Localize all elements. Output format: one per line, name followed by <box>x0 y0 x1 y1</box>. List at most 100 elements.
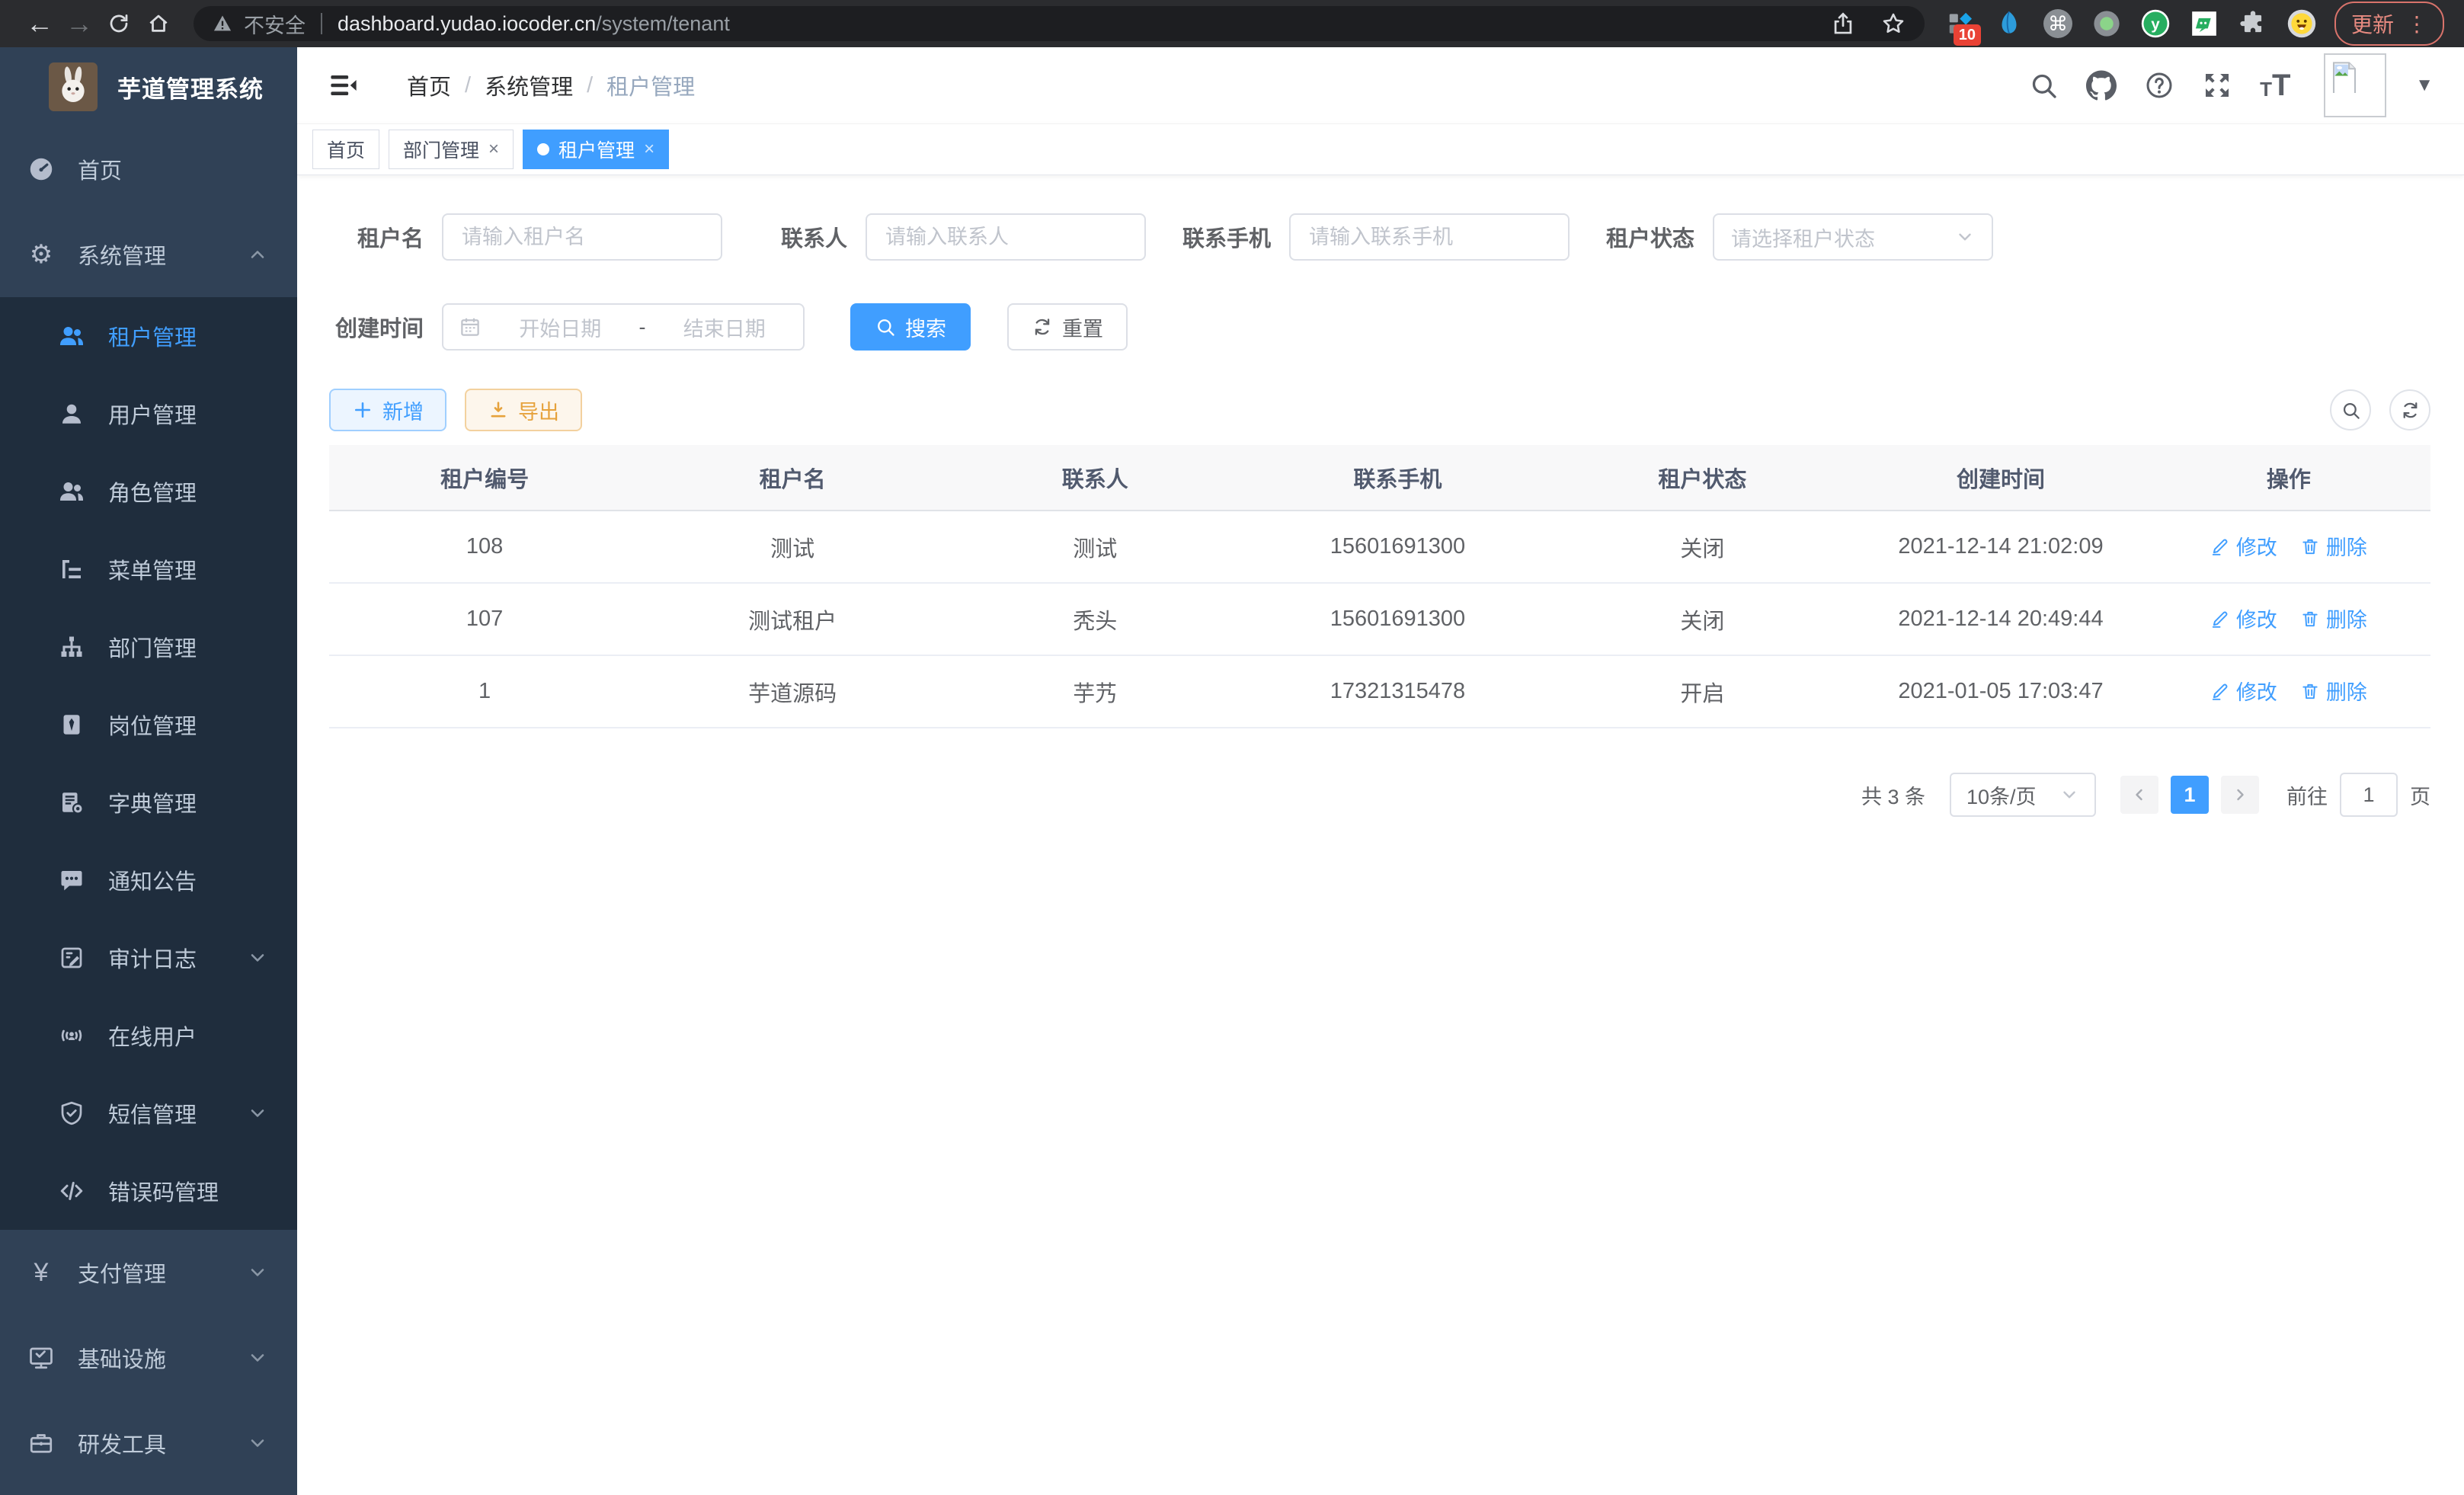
breadcrumb-item[interactable]: 首页 <box>407 69 451 101</box>
sidebar-item-岗位管理[interactable]: 岗位管理 <box>0 686 297 764</box>
edit-link[interactable]: 修改 <box>2210 676 2277 706</box>
users-icon <box>58 322 85 350</box>
sidebar-item-角色管理[interactable]: 角色管理 <box>0 453 297 530</box>
contact-label: 联系人 <box>753 221 847 253</box>
filter-status: 租户状态 请选择租户状态 <box>1600 213 1993 261</box>
sidebar-item-菜单管理[interactable]: 菜单管理 <box>0 530 297 608</box>
contact-input[interactable] <box>866 213 1146 261</box>
back-icon[interactable]: ← <box>20 7 59 40</box>
date-range-picker[interactable]: 开始日期 - 结束日期 <box>442 303 805 351</box>
cell-created: 2021-12-14 21:02:09 <box>1854 511 2146 583</box>
prev-page-button[interactable] <box>2120 776 2158 814</box>
sidebar-item-label: 通知公告 <box>108 864 197 896</box>
add-button[interactable]: 新增 <box>329 389 446 431</box>
sidebar-menu: 首页⚙系统管理租户管理用户管理角色管理菜单管理部门管理岗位管理字典管理通知公告审… <box>0 126 297 1486</box>
github-icon[interactable] <box>2086 70 2117 101</box>
sidebar-item-通知公告[interactable]: 通知公告 <box>0 841 297 919</box>
toggle-search-button[interactable] <box>2330 389 2371 431</box>
edit-pencil-icon <box>2210 609 2230 629</box>
breadcrumb-item[interactable]: 系统管理 <box>485 69 573 101</box>
close-icon[interactable]: × <box>644 139 654 160</box>
fullscreen-icon[interactable] <box>2202 70 2232 101</box>
edit-link[interactable]: 修改 <box>2210 603 2277 633</box>
sidebar-item-用户管理[interactable]: 用户管理 <box>0 375 297 453</box>
mobile-input[interactable] <box>1289 213 1570 261</box>
date-start-placeholder[interactable]: 开始日期 <box>497 312 624 342</box>
ext-y-icon[interactable]: y <box>2139 8 2171 40</box>
ext-kite-icon[interactable] <box>1993 8 2025 40</box>
sidebar-item-部门管理[interactable]: 部门管理 <box>0 608 297 686</box>
edit-link[interactable]: 修改 <box>2210 531 2277 561</box>
security-label[interactable]: 不安全 <box>244 9 306 39</box>
sidebar-item-字典管理[interactable]: 字典管理 <box>0 764 297 841</box>
chevron-right-icon <box>2231 786 2249 804</box>
sidebar-item-研发工具[interactable]: 研发工具 <box>0 1401 297 1486</box>
page-number-button[interactable]: 1 <box>2171 776 2209 814</box>
avatar-caret-down-icon[interactable]: ▼ <box>2415 75 2434 96</box>
search-icon[interactable] <box>2028 70 2059 101</box>
sidebar-item-基础设施[interactable]: 基础设施 <box>0 1315 297 1401</box>
sidebar-item-错误码管理[interactable]: 错误码管理 <box>0 1152 297 1230</box>
more-vert-icon[interactable]: ⋮ <box>2406 11 2427 37</box>
ext-chat-icon[interactable] <box>2188 8 2220 40</box>
sidebar-item-支付管理[interactable]: ¥支付管理 <box>0 1230 297 1315</box>
puzzle-icon[interactable] <box>2237 8 2269 40</box>
edit-pencil-icon <box>2210 681 2230 701</box>
chrome-update-button[interactable]: 更新 ⋮ <box>2334 2 2444 46</box>
help-icon[interactable] <box>2144 70 2174 101</box>
tenant-name-label: 租户名 <box>329 221 424 253</box>
url-bar[interactable]: 不安全 dashboard.yudao.iocoder.cn/system/te… <box>194 6 1925 41</box>
goto-page-input[interactable] <box>2340 773 2398 817</box>
sidebar-item-租户管理[interactable]: 租户管理 <box>0 297 297 375</box>
cell-name: 芋道源码 <box>640 655 945 728</box>
sidebar-item-首页[interactable]: 首页 <box>0 126 297 212</box>
sidebar-item-系统管理[interactable]: ⚙系统管理 <box>0 212 297 297</box>
mobile-label: 联系手机 <box>1176 221 1271 253</box>
delete-link-label: 删除 <box>2326 531 2367 561</box>
tab-租户管理[interactable]: 租户管理× <box>523 130 669 169</box>
tab-部门管理[interactable]: 部门管理× <box>389 130 514 169</box>
sidebar-item-审计日志[interactable]: 审计日志 <box>0 919 297 997</box>
refresh-table-button[interactable] <box>2389 389 2430 431</box>
table-header-row: 租户编号租户名联系人联系手机租户状态创建时间操作 <box>329 445 2430 511</box>
sidebar-item-短信管理[interactable]: 短信管理 <box>0 1074 297 1152</box>
date-end-placeholder[interactable]: 结束日期 <box>661 312 789 342</box>
tab-label: 首页 <box>327 136 365 163</box>
close-icon[interactable]: × <box>488 139 499 160</box>
export-button[interactable]: 导出 <box>465 389 582 431</box>
sidebar-item-在线用户[interactable]: 在线用户 <box>0 997 297 1074</box>
font-size-icon[interactable]: TT <box>2260 70 2290 101</box>
sidebar-item-label: 菜单管理 <box>108 553 197 585</box>
home-icon[interactable] <box>139 7 178 40</box>
delete-link[interactable]: 删除 <box>2300 531 2367 561</box>
tab-首页[interactable]: 首页 <box>312 130 379 169</box>
app-logo[interactable]: 芋道管理系统 <box>0 47 297 126</box>
reload-icon[interactable] <box>99 7 139 40</box>
ext-tag-icon[interactable]: 10 <box>1944 8 1976 40</box>
delete-link[interactable]: 删除 <box>2300 676 2367 706</box>
sidebar-item-label: 系统管理 <box>78 238 166 271</box>
search-button-label: 搜索 <box>905 312 946 342</box>
tenant-name-input[interactable] <box>442 213 722 261</box>
reset-button[interactable]: 重置 <box>1007 303 1128 351</box>
search-button[interactable]: 搜索 <box>850 303 971 351</box>
sidebar-item-label: 错误码管理 <box>108 1175 219 1207</box>
delete-link[interactable]: 删除 <box>2300 603 2367 633</box>
smiley-avatar-icon[interactable] <box>2286 8 2318 40</box>
bookmark-star-icon[interactable] <box>1880 11 1906 37</box>
table-toolbar: 新增 导出 <box>329 389 2430 431</box>
org-icon <box>58 633 85 661</box>
hamburger-icon[interactable] <box>328 69 360 101</box>
avatar-broken-image-icon[interactable] <box>2324 53 2386 117</box>
ext-y-icon: y <box>2141 9 2170 38</box>
cell-created: 2021-01-05 17:03:47 <box>1854 655 2146 728</box>
share-icon[interactable] <box>1830 11 1856 37</box>
status-select[interactable]: 请选择租户状态 <box>1713 213 1993 261</box>
message-icon <box>58 866 85 894</box>
ext-dot-icon[interactable] <box>2091 8 2123 40</box>
next-page-button[interactable] <box>2221 776 2259 814</box>
edit-link-label: 修改 <box>2236 676 2277 706</box>
url-host: dashboard.yudao.iocoder.cn <box>338 12 596 35</box>
page-size-select[interactable]: 10条/页 <box>1950 773 2096 817</box>
ext-cmd-icon[interactable]: ⌘ <box>2042 8 2074 40</box>
